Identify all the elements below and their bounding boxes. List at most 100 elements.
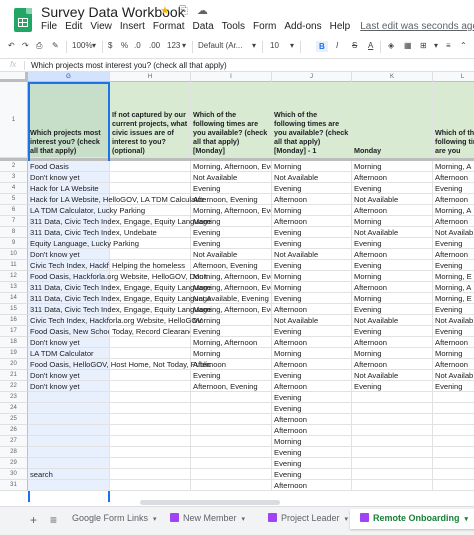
table-cell[interactable]: Afternoon: [433, 172, 474, 183]
row-header[interactable]: 12: [0, 271, 28, 282]
table-cell[interactable]: Morning: [433, 348, 474, 359]
table-cell[interactable]: Evening: [433, 260, 474, 271]
table-cell[interactable]: 311 Data, Civic Tech Index, Engage, Equi…: [28, 216, 211, 227]
column-header-h[interactable]: H: [110, 72, 191, 82]
table-cell[interactable]: Evening: [352, 326, 433, 337]
table-cell[interactable]: [352, 392, 433, 403]
table-cell[interactable]: 311 Data, Civic Tech Index, Undebate: [28, 227, 157, 238]
column-header-g[interactable]: G: [28, 72, 110, 82]
table-cell[interactable]: [191, 469, 272, 480]
table-cell[interactable]: Evening: [191, 227, 272, 238]
table-cell[interactable]: Don't know yet: [28, 172, 110, 183]
zoom-select[interactable]: 100%: [72, 41, 92, 50]
sheet-tab-remote-onboarding[interactable]: Remote Onboarding ▾: [350, 509, 474, 529]
row-header[interactable]: 3: [0, 172, 28, 183]
table-cell[interactable]: [110, 469, 191, 480]
row-header[interactable]: 23: [0, 392, 28, 403]
table-cell[interactable]: [28, 480, 110, 491]
sheet-tab-google-form-links[interactable]: Google Form Links ▾: [62, 509, 167, 529]
table-cell[interactable]: Evening: [352, 183, 433, 194]
chevron-down-icon[interactable]: ▾: [345, 516, 349, 523]
table-cell[interactable]: Morning, A: [433, 205, 474, 216]
table-cell[interactable]: Evening: [272, 326, 352, 337]
row-header[interactable]: 19: [0, 348, 28, 359]
table-cell[interactable]: Evening: [272, 403, 352, 414]
row-header[interactable]: 4: [0, 183, 28, 194]
row-header[interactable]: 31: [0, 480, 28, 491]
italic-button[interactable]: I: [336, 41, 338, 50]
header-cell[interactable]: Which of the following times are you ava…: [272, 82, 352, 158]
chevron-down-icon[interactable]: ▾: [153, 516, 157, 523]
table-cell[interactable]: Civic Tech Index, Hackforla.org Website,…: [28, 260, 110, 271]
text-color-button[interactable]: A: [368, 41, 373, 50]
table-cell[interactable]: Morning: [352, 293, 433, 304]
row-header[interactable]: 6: [0, 205, 28, 216]
table-cell[interactable]: Equity Language, Lucky Parking: [28, 238, 139, 249]
table-cell[interactable]: Morning: [272, 436, 352, 447]
table-cell[interactable]: Evening: [352, 260, 433, 271]
table-cell[interactable]: Morning, E: [433, 271, 474, 282]
redo-icon[interactable]: ↷: [22, 41, 29, 50]
table-cell[interactable]: [433, 392, 474, 403]
table-cell[interactable]: Morning: [272, 348, 352, 359]
table-cell[interactable]: [110, 370, 191, 381]
header-cell[interactable]: Which of the following times are you: [433, 82, 474, 158]
merge-cells-icon[interactable]: ⊞: [420, 41, 427, 50]
table-cell[interactable]: search: [28, 469, 110, 480]
column-header-k[interactable]: K: [352, 72, 433, 82]
table-cell[interactable]: [433, 447, 474, 458]
table-cell[interactable]: Not Available: [352, 194, 433, 205]
chevron-down-icon[interactable]: ▾: [182, 41, 186, 50]
table-cell[interactable]: Hack for LA Website: [28, 183, 110, 194]
table-cell[interactable]: Don't know yet: [28, 249, 110, 260]
table-cell[interactable]: Afternoon: [352, 172, 433, 183]
borders-icon[interactable]: ▦: [404, 41, 412, 50]
table-cell[interactable]: Evening: [433, 183, 474, 194]
table-cell[interactable]: Food Oasis, HelloGOV, Host Home, Not Tod…: [28, 359, 211, 370]
table-cell[interactable]: Evening: [272, 227, 352, 238]
add-sheet-button[interactable]: +: [30, 513, 37, 527]
collapse-toolbar-icon[interactable]: ⌃: [460, 41, 467, 50]
decrease-decimal-button[interactable]: .0: [134, 41, 141, 50]
paint-format-icon[interactable]: ✎: [52, 41, 59, 50]
chevron-down-icon[interactable]: ▾: [465, 516, 469, 523]
row-header[interactable]: 17: [0, 326, 28, 337]
table-cell[interactable]: Morning, Afternoon, Evening: [191, 161, 272, 172]
table-cell[interactable]: [191, 392, 272, 403]
table-cell[interactable]: Evening: [272, 183, 352, 194]
table-cell[interactable]: [191, 480, 272, 491]
row-header[interactable]: 22: [0, 381, 28, 392]
row-header[interactable]: 29: [0, 458, 28, 469]
table-cell[interactable]: Afternoon: [433, 216, 474, 227]
table-cell[interactable]: 311 Data, Civic Tech Index, Engage, Equi…: [28, 293, 211, 304]
chevron-down-icon[interactable]: ▾: [252, 41, 256, 50]
percent-format-button[interactable]: %: [121, 41, 128, 50]
row-header[interactable]: 21: [0, 370, 28, 381]
table-cell[interactable]: Not Availab: [433, 370, 474, 381]
table-cell[interactable]: [110, 436, 191, 447]
row-header[interactable]: 30: [0, 469, 28, 480]
row-header[interactable]: 15: [0, 304, 28, 315]
table-cell[interactable]: [352, 403, 433, 414]
table-cell[interactable]: Don't know yet: [28, 337, 110, 348]
row-header[interactable]: 20: [0, 359, 28, 370]
all-sheets-button[interactable]: ≡: [50, 513, 57, 527]
table-cell[interactable]: Not Available: [352, 227, 433, 238]
table-cell[interactable]: Morning: [352, 161, 433, 172]
row-header[interactable]: 28: [0, 447, 28, 458]
table-cell[interactable]: Morning: [191, 348, 272, 359]
menu-view[interactable]: View: [90, 21, 112, 32]
table-cell[interactable]: Morning: [272, 282, 352, 293]
table-cell[interactable]: [110, 249, 191, 260]
table-cell[interactable]: Food Oasis, New Schools: [28, 326, 110, 337]
table-cell[interactable]: Afternoon: [433, 337, 474, 348]
star-icon[interactable]: ★: [160, 5, 170, 17]
menu-format[interactable]: Format: [153, 21, 185, 32]
row-header[interactable]: 16: [0, 315, 28, 326]
table-cell[interactable]: Afternoon: [352, 337, 433, 348]
table-cell[interactable]: [352, 425, 433, 436]
font-size-select[interactable]: 10: [270, 41, 279, 50]
table-cell[interactable]: Morning, Afternoon, Evening: [191, 205, 272, 216]
row-header[interactable]: 9: [0, 238, 28, 249]
row-header[interactable]: 1: [0, 82, 28, 158]
